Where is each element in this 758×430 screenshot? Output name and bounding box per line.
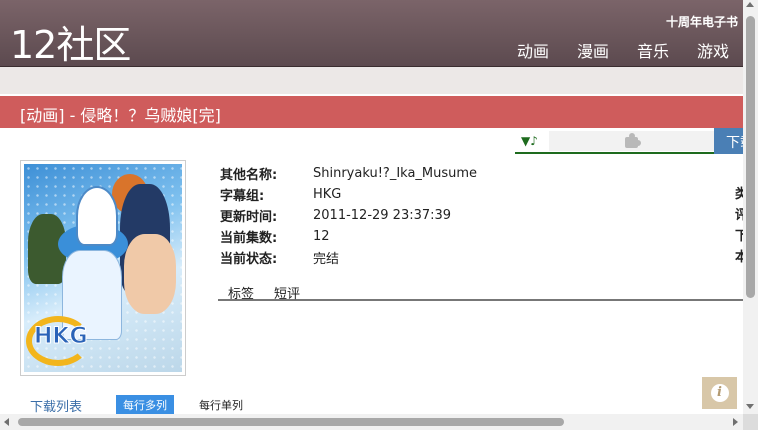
- music-toggle-icon[interactable]: ▼♪: [521, 134, 538, 148]
- info-label: 更新时间:: [220, 210, 278, 225]
- site-header: 12社区 十周年电子书 动画 漫画 音乐 游戏: [0, 0, 743, 69]
- info-value: 12: [313, 229, 330, 244]
- multi-column-mode-button[interactable]: 每行多列: [116, 395, 174, 415]
- scroll-down-arrow-icon[interactable]: [746, 404, 754, 409]
- music-player: ▼♪: [515, 130, 714, 154]
- tab-short-review[interactable]: 短评: [264, 280, 310, 302]
- page-title: [动画] - 侵略！？乌贼娘[完]: [20, 106, 221, 125]
- nav-item-music[interactable]: 音乐: [637, 38, 669, 62]
- scroll-right-arrow-icon[interactable]: [733, 418, 738, 426]
- info-label: 其他名称:: [220, 168, 278, 183]
- info-value: HKG: [313, 187, 342, 202]
- cut-label: 下: [735, 229, 743, 244]
- info-icon: i: [710, 384, 729, 402]
- tab-tags[interactable]: 标签: [218, 280, 264, 302]
- info-tabs: 标签 短评: [218, 280, 743, 302]
- vertical-scrollbar[interactable]: [743, 0, 758, 414]
- info-row-updated: 更新时间: 2011-12-29 23:37:39: [220, 205, 477, 226]
- info-value: Shinryaku!?_Ika_Musume: [313, 166, 478, 181]
- vertical-scroll-thumb[interactable]: [746, 16, 755, 298]
- sub-navigation-bar: [0, 66, 743, 94]
- anime-cover-image: HKG: [20, 160, 186, 376]
- main-nav: 动画 漫画 音乐 游戏: [517, 38, 729, 62]
- horizontal-scroll-thumb[interactable]: [18, 418, 564, 426]
- info-float-button[interactable]: i: [702, 377, 737, 409]
- anniversary-ebook-link[interactable]: 十周年电子书: [666, 13, 738, 30]
- info-label: 当前状态:: [220, 252, 278, 267]
- site-logo[interactable]: 12社区: [10, 14, 131, 69]
- plugin-placeholder[interactable]: [549, 131, 714, 151]
- info-row-episodes: 当前集数: 12: [220, 226, 477, 247]
- download-list-title[interactable]: 下载列表: [30, 396, 82, 415]
- info-row-subgroup: 字幕组: HKG: [220, 184, 477, 205]
- cut-label: 类: [735, 187, 743, 202]
- puzzle-icon: [623, 133, 641, 149]
- single-column-mode-button[interactable]: 每行单列: [199, 397, 243, 413]
- info-value: 2011-12-29 23:37:39: [313, 208, 452, 223]
- nav-item-games[interactable]: 游戏: [697, 38, 729, 62]
- horizontal-scrollbar[interactable]: [0, 414, 743, 430]
- scrollbar-corner: [743, 414, 758, 430]
- right-column-cut-labels: 类 评 下 本: [735, 184, 743, 268]
- cut-label: 本: [735, 250, 743, 265]
- cut-label: 评: [735, 208, 743, 223]
- nav-item-manga[interactable]: 漫画: [577, 38, 609, 62]
- info-label: 当前集数:: [220, 231, 278, 246]
- info-row-status: 当前状态: 完结: [220, 247, 477, 268]
- scroll-up-arrow-icon[interactable]: [746, 2, 754, 7]
- title-bar: [动画] - 侵略！？乌贼娘[完]: [0, 96, 743, 128]
- cover-logo: HKG: [34, 324, 89, 350]
- info-value: 完结: [313, 252, 340, 267]
- anime-info: 其他名称: Shinryaku!?_Ika_Musume 字幕组: HKG 更新…: [220, 163, 477, 268]
- info-label: 字幕组:: [220, 189, 265, 204]
- info-row-alt-name: 其他名称: Shinryaku!?_Ika_Musume: [220, 163, 477, 184]
- nav-item-anime[interactable]: 动画: [517, 38, 549, 62]
- page: 12社区 十周年电子书 动画 漫画 音乐 游戏 [动画] - 侵略！？乌贼娘[完…: [0, 0, 758, 430]
- scroll-left-arrow-icon[interactable]: [4, 418, 9, 426]
- download-button[interactable]: 下载: [714, 128, 743, 154]
